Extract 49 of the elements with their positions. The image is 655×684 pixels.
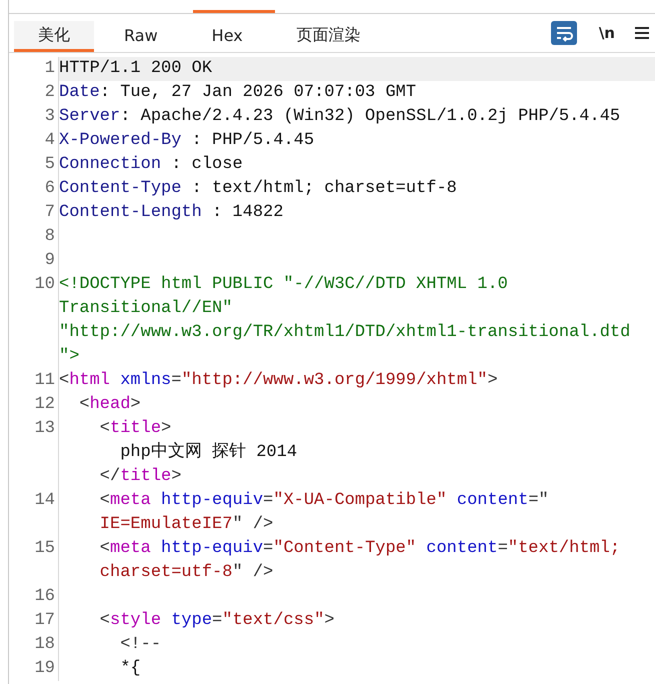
line-number: 16: [34, 587, 55, 606]
code-line: </title>: [98, 467, 182, 486]
line-number: 18: [34, 635, 55, 654]
line-number: 8: [44, 227, 55, 246]
tab[interactable]: 页面渲染: [272, 21, 385, 52]
code-line: "http://www.w3.org/TR/xhtml1/DTD/xhtml1-transitional.dtd: [59, 323, 630, 342]
line-number: 15: [34, 539, 55, 558]
line-number: 11: [34, 371, 55, 390]
code-line: <meta http-equiv="X-UA-Compatible" content=": [98, 491, 549, 510]
line-number: 2: [44, 83, 55, 102]
wrap-icon[interactable]: [550, 21, 577, 45]
code-line: ">: [59, 347, 80, 366]
line-number: 9: [44, 251, 55, 270]
line-number: 10: [34, 275, 55, 294]
tab[interactable]: 美化: [14, 21, 94, 52]
tab[interactable]: Raw: [100, 21, 182, 52]
tab[interactable]: Hex: [188, 21, 267, 52]
code-line: <head>: [78, 395, 141, 414]
code-line: php中文网 探针 2014: [119, 443, 298, 462]
code-line: *{: [119, 659, 141, 678]
code-line: Server: Apache/2.4.23 (Win32) OpenSSL/1.0.2j PHP/5.4.45: [59, 107, 620, 126]
line-number: 6: [44, 179, 55, 198]
code-line: <meta http-equiv="Content-Type" content="text/html;: [98, 539, 620, 558]
code-line: <!DOCTYPE html PUBLIC "-//W3C//DTD XHTML 1.0: [59, 275, 508, 294]
line-number: 13: [34, 419, 55, 438]
code-line: Transitional//EN": [59, 299, 232, 318]
line-number: 5: [44, 155, 55, 174]
line-number: 3: [44, 107, 55, 126]
code-line: HTTP/1.1 200 OK: [59, 59, 212, 78]
newline-button[interactable]: \n: [598, 24, 615, 42]
line-number: 14: [34, 491, 55, 510]
code-line: Date: Tue, 27 Jan 2026 07:07:03 GMT: [59, 83, 416, 102]
line-number: 4: [44, 131, 55, 150]
code-line: <style type="text/css">: [98, 611, 334, 630]
line-number: 19: [34, 659, 55, 678]
menu-icon[interactable]: [635, 27, 649, 39]
code-line: <title>: [98, 419, 172, 438]
code-line: IE=EmulateIE7" />: [98, 515, 274, 534]
line-number: 17: [34, 611, 55, 630]
code-line: Content-Type : text/html; charset=utf-8: [59, 179, 457, 198]
code-line: Content-Length : 14822: [59, 203, 284, 222]
code-line: <html xmlns="http://www.w3.org/1999/xhtml">: [59, 371, 498, 390]
code-line: Connection : close: [59, 155, 243, 174]
code-line: X-Powered-By : PHP/5.4.45: [59, 131, 314, 150]
line-number: 12: [34, 395, 55, 414]
line-number: 1: [44, 59, 55, 78]
code-line: <!--: [119, 635, 162, 654]
line-number: 7: [44, 203, 55, 222]
code-line: charset=utf-8" />: [98, 563, 274, 582]
